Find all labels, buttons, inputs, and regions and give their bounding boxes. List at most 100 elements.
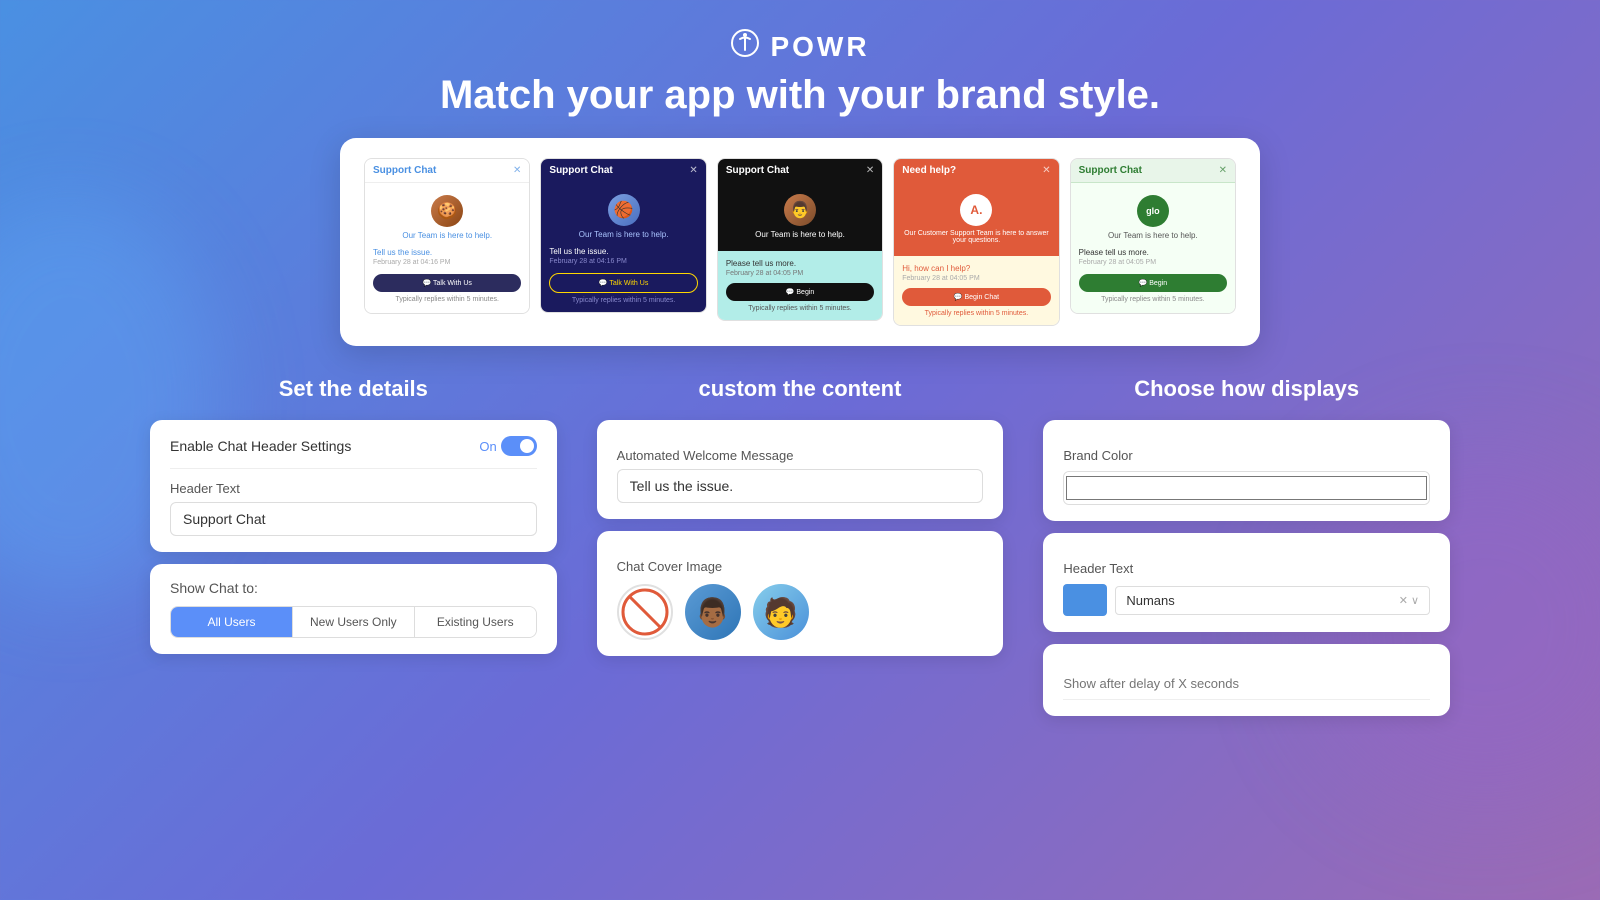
- delay-input[interactable]: [1063, 668, 1430, 700]
- chat-preview-card-5: Support Chat ✕ glo Our Team is here to h…: [1070, 158, 1236, 314]
- card4-reply: Typically replies within 5 minutes.: [902, 310, 1050, 317]
- section-left-title: Set the details: [279, 376, 428, 402]
- card3-close-icon[interactable]: ✕: [866, 165, 874, 176]
- card4-close-icon[interactable]: ✕: [1042, 165, 1050, 176]
- welcome-message-card: Automated Welcome Message: [597, 420, 1004, 519]
- card4-avatar: A.: [960, 194, 992, 226]
- card2-header: Support Chat ✕: [541, 159, 705, 182]
- divider: [170, 468, 537, 469]
- card3-action-button[interactable]: 💬 Begin: [726, 283, 874, 301]
- brand-color-input-row: [1063, 471, 1430, 505]
- show-delay-card: [1043, 644, 1450, 716]
- card1-helper: Our Team is here to help.: [373, 231, 521, 240]
- avatar2-option[interactable]: 🧑: [753, 584, 809, 640]
- show-chat-all-users[interactable]: All Users: [171, 607, 293, 637]
- page-headline: Match your app with your brand style.: [440, 73, 1160, 118]
- card5-message: Please tell us more.: [1079, 248, 1227, 257]
- chat-icon: 💬: [599, 280, 610, 287]
- card5-close-icon[interactable]: ✕: [1219, 165, 1227, 176]
- card4-action-button[interactable]: 💬 Begin Chat: [902, 288, 1050, 306]
- select-controls: ✕ ∨: [1399, 594, 1419, 607]
- card2-avatar: 🏀: [608, 194, 640, 226]
- chat-preview-card-1: Support Chat ✕ 🍪 Our Team is here to hel…: [364, 158, 530, 314]
- card5-title: Support Chat: [1079, 165, 1142, 176]
- powr-logo-icon: [730, 28, 760, 65]
- section-choose-display: Choose how displays Brand Color Header T…: [1043, 376, 1450, 728]
- card3-bottom-body: Please tell us more. February 28 at 04:0…: [718, 251, 882, 320]
- card1-title: Support Chat: [373, 165, 436, 176]
- card4-date: February 28 at 04:05 PM: [902, 275, 1050, 282]
- card2-reply: Typically replies within 5 minutes.: [549, 297, 697, 304]
- card3-reply: Typically replies within 5 minutes.: [726, 305, 874, 312]
- card2-action-button[interactable]: 💬 Talk With Us: [549, 273, 697, 293]
- card2-message: Tell us the issue.: [549, 247, 697, 256]
- card2-date: February 28 at 04:16 PM: [549, 258, 697, 265]
- header-text-font-card: Header Text Numans ✕ ∨: [1043, 533, 1450, 632]
- card2-title: Support Chat: [549, 165, 612, 176]
- card4-title: Need help?: [902, 165, 956, 176]
- show-chat-button-group: All Users New Users Only Existing Users: [170, 606, 537, 638]
- card1-avatar: 🍪: [431, 195, 463, 227]
- card1-date: February 28 at 04:16 PM: [373, 259, 521, 266]
- chat-icon: 💬: [954, 294, 965, 301]
- card3-top-body: 👨 Our Team is here to help.: [718, 182, 882, 251]
- header-text-font-row: Numans ✕ ∨: [1063, 584, 1430, 616]
- welcome-message-input[interactable]: [617, 469, 984, 503]
- toggle-on-text: On: [479, 439, 496, 454]
- font-color-swatch[interactable]: [1063, 584, 1107, 616]
- avatar1-option[interactable]: 👨🏾: [685, 584, 741, 640]
- chat-icon: 💬: [786, 289, 797, 296]
- brand-color-label: Brand Color: [1063, 448, 1430, 463]
- avatar2-icon: 🧑: [763, 596, 798, 629]
- toggle-on-group: On: [479, 436, 536, 456]
- card3-header: Support Chat ✕: [718, 159, 882, 182]
- cover-image-label: Chat Cover Image: [617, 559, 984, 574]
- chat-icon: 💬: [1139, 280, 1150, 287]
- font-select[interactable]: Numans ✕ ∨: [1115, 586, 1430, 615]
- card5-avatar: glo: [1137, 195, 1169, 227]
- logo-text: POWR: [770, 31, 869, 63]
- card4-message: Hi, how can I help?: [902, 264, 1050, 273]
- card1-close-icon[interactable]: ✕: [513, 165, 521, 176]
- chat-preview-card-4: Need help? ✕ A. Our Customer Support Tea…: [893, 158, 1059, 326]
- show-chat-card: Show Chat to: All Users New Users Only E…: [150, 564, 557, 654]
- header-text-input[interactable]: [170, 502, 537, 536]
- card5-action-button[interactable]: 💬 Begin: [1079, 274, 1227, 292]
- card5-reply: Typically replies within 5 minutes.: [1079, 296, 1227, 303]
- card5-helper: Our Team is here to help.: [1079, 231, 1227, 240]
- section-set-details: Set the details Enable Chat Header Setti…: [150, 376, 557, 654]
- card3-avatar: 👨: [784, 194, 816, 226]
- card4-header: Need help? ✕: [894, 159, 1058, 182]
- show-chat-label: Show Chat to:: [170, 580, 537, 596]
- card1-header: Support Chat ✕: [365, 159, 529, 183]
- brand-color-card: Brand Color: [1043, 420, 1450, 521]
- cover-image-options: 👨🏾 🧑: [617, 584, 984, 640]
- card3-helper: Our Team is here to help.: [726, 230, 874, 239]
- card1-reply: Typically replies within 5 minutes.: [373, 296, 521, 303]
- card1-body: 🍪 Our Team is here to help. Tell us the …: [365, 183, 529, 313]
- no-image-option[interactable]: [617, 584, 673, 640]
- card2-close-icon[interactable]: ✕: [689, 165, 697, 176]
- card5-header: Support Chat ✕: [1071, 159, 1235, 183]
- card4-helper: Our Customer Support Team is here to ans…: [902, 230, 1050, 244]
- section-custom-content: custom the content Automated Welcome Mes…: [597, 376, 1004, 656]
- card3-message: Please tell us more.: [726, 259, 874, 268]
- show-chat-new-users[interactable]: New Users Only: [293, 607, 415, 637]
- card1-action-button[interactable]: 💬 Talk With Us: [373, 274, 521, 292]
- chat-preview-card-3: Support Chat ✕ 👨 Our Team is here to hel…: [717, 158, 883, 321]
- enable-chat-label: Enable Chat Header Settings: [170, 438, 351, 454]
- bottom-sections: Set the details Enable Chat Header Setti…: [150, 376, 1450, 728]
- chat-icon: 💬: [422, 280, 433, 287]
- enable-chat-card: Enable Chat Header Settings On Header Te…: [150, 420, 557, 552]
- toggle-switch[interactable]: [501, 436, 537, 456]
- card5-body: glo Our Team is here to help. Please tel…: [1071, 183, 1235, 313]
- card3-date: February 28 at 04:05 PM: [726, 270, 874, 277]
- toggle-row: Enable Chat Header Settings On: [170, 436, 537, 456]
- logo-row: POWR: [730, 28, 869, 65]
- card5-date: February 28 at 04:05 PM: [1079, 259, 1227, 266]
- card4-top-body: A. Our Customer Support Team is here to …: [894, 182, 1058, 256]
- show-chat-existing-users[interactable]: Existing Users: [415, 607, 536, 637]
- brand-color-input[interactable]: [1064, 472, 1429, 504]
- card3-title: Support Chat: [726, 165, 789, 176]
- header-text-font-label: Header Text: [1063, 561, 1430, 576]
